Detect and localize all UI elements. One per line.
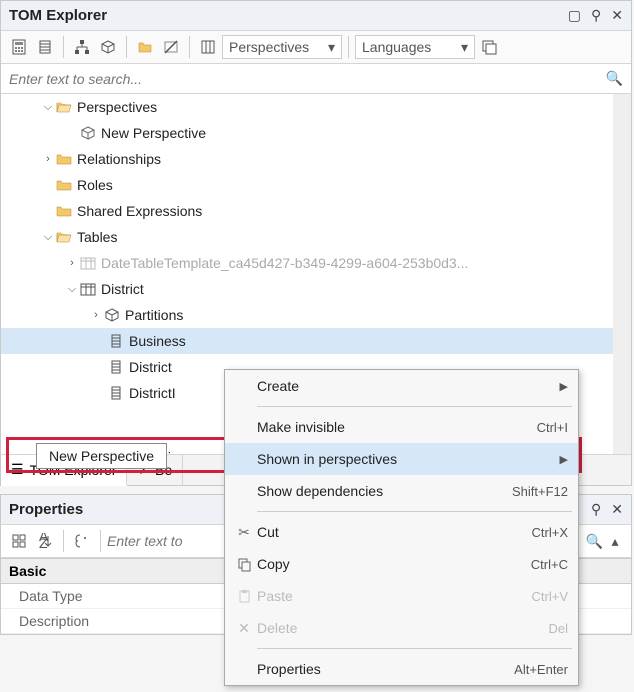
- menu-item-properties[interactable]: PropertiesAlt+Enter: [225, 653, 578, 685]
- menu-separator: [257, 648, 572, 649]
- cube-icon: [103, 308, 121, 322]
- cut-icon: ✂: [231, 524, 257, 541]
- search-input[interactable]: [9, 71, 606, 87]
- tool-cube-icon[interactable]: [96, 35, 120, 59]
- expander-icon[interactable]: ⌵: [65, 283, 79, 296]
- search-bar: 🔍: [1, 64, 631, 94]
- submenu-arrow-icon: ▶: [560, 453, 568, 466]
- close-panel-icon[interactable]: ✕: [611, 7, 623, 24]
- expander-icon[interactable]: ›: [89, 309, 103, 321]
- tool-hidden-icon[interactable]: [159, 35, 183, 59]
- close-panel-icon[interactable]: ✕: [611, 501, 623, 518]
- tree-node-shared-expressions[interactable]: Shared Expressions: [1, 198, 613, 224]
- pin-icon[interactable]: ⚲: [591, 7, 601, 24]
- tree-node-tables[interactable]: ⌵Tables: [1, 224, 613, 250]
- tool-calc-icon[interactable]: [7, 35, 31, 59]
- search-icon[interactable]: 🔍: [606, 70, 623, 87]
- tree-node-roles[interactable]: Roles: [1, 172, 613, 198]
- panel-header: TOM Explorer ▢ ⚲ ✕: [1, 1, 631, 31]
- languages-dropdown[interactable]: Languages▾: [355, 35, 475, 59]
- tool-hierarchy-icon[interactable]: [70, 35, 94, 59]
- submenu-arrow-icon: ▶: [560, 380, 568, 393]
- tree-node-date-template[interactable]: ›DateTableTemplate_ca45d427-b349-4299-a6…: [1, 250, 613, 276]
- menu-item-cut[interactable]: ✂CutCtrl+X: [225, 516, 578, 548]
- pin-icon[interactable]: ⚲: [591, 501, 601, 518]
- properties-title: Properties: [9, 501, 83, 518]
- chevron-down-icon: ▾: [461, 39, 468, 56]
- tree-node-district[interactable]: ⌵District: [1, 276, 613, 302]
- folder-open-icon: [55, 100, 73, 114]
- folder-icon: [55, 204, 73, 218]
- menu-item-delete: ✕DeleteDel: [225, 612, 578, 644]
- expander-icon[interactable]: ⌵: [41, 101, 55, 114]
- annotation-perspective-label: New Perspective: [36, 443, 167, 469]
- panel-title: TOM Explorer: [9, 7, 107, 24]
- delete-icon: ✕: [231, 620, 257, 637]
- folder-icon: [55, 152, 73, 166]
- table-icon: [79, 256, 97, 270]
- tool-folder-icon[interactable]: [133, 35, 157, 59]
- tree-node-column-business[interactable]: Business: [1, 328, 613, 354]
- column-icon: [107, 334, 125, 348]
- tree-node-partitions[interactable]: ›Partitions: [1, 302, 613, 328]
- folder-icon: [55, 178, 73, 192]
- expander-icon[interactable]: ›: [65, 257, 79, 269]
- alphabetical-icon[interactable]: AZ: [33, 529, 57, 553]
- menu-item-shown-in-perspectives[interactable]: Shown in perspectives▶: [225, 443, 578, 475]
- expander-icon[interactable]: ›: [41, 153, 55, 165]
- perspective-cube-icon: [79, 126, 97, 140]
- column-icon: [107, 360, 125, 374]
- menu-separator: [257, 406, 572, 407]
- menu-item-show-dependencies[interactable]: Show dependenciesShift+F12: [225, 475, 578, 507]
- tool-column-icon[interactable]: [33, 35, 57, 59]
- scroll-up-icon[interactable]: ▴: [605, 533, 625, 550]
- scroll-down-icon[interactable]: ▾: [613, 436, 631, 454]
- tree-node-relationships[interactable]: ›Relationships: [1, 146, 613, 172]
- toolbar: Perspectives▾ Languages▾: [1, 31, 631, 64]
- context-menu: Create▶ Make invisibleCtrl+I Shown in pe…: [224, 369, 579, 686]
- folder-open-icon: [55, 230, 73, 244]
- column-icon: [107, 386, 125, 400]
- menu-item-create[interactable]: Create▶: [225, 370, 578, 402]
- expander-icon[interactable]: ⌵: [41, 231, 55, 244]
- chevron-down-icon: ▾: [328, 39, 335, 56]
- menu-separator: [257, 511, 572, 512]
- svg-text:Z: Z: [39, 535, 48, 549]
- search-icon[interactable]: 🔍: [586, 533, 603, 550]
- expression-icon[interactable]: [70, 529, 94, 553]
- perspectives-dropdown[interactable]: Perspectives▾: [222, 35, 342, 59]
- menu-item-paste: PasteCtrl+V: [225, 580, 578, 612]
- menu-item-make-invisible[interactable]: Make invisibleCtrl+I: [225, 411, 578, 443]
- copy-icon: [231, 557, 257, 572]
- tree-node-perspectives[interactable]: ⌵Perspectives: [1, 94, 613, 120]
- table-icon: [79, 282, 97, 296]
- tool-windows-icon[interactable]: [477, 35, 501, 59]
- tool-columns-toggle-icon[interactable]: [196, 35, 220, 59]
- scroll-up-icon[interactable]: ▴: [613, 94, 631, 112]
- categorized-icon[interactable]: [7, 529, 31, 553]
- paste-icon: [231, 589, 257, 604]
- collapse-panel-icon[interactable]: ▢: [568, 7, 581, 24]
- list-icon: ☰: [11, 461, 24, 478]
- menu-item-copy[interactable]: CopyCtrl+C: [225, 548, 578, 580]
- tree-node-new-perspective[interactable]: New Perspective: [1, 120, 613, 146]
